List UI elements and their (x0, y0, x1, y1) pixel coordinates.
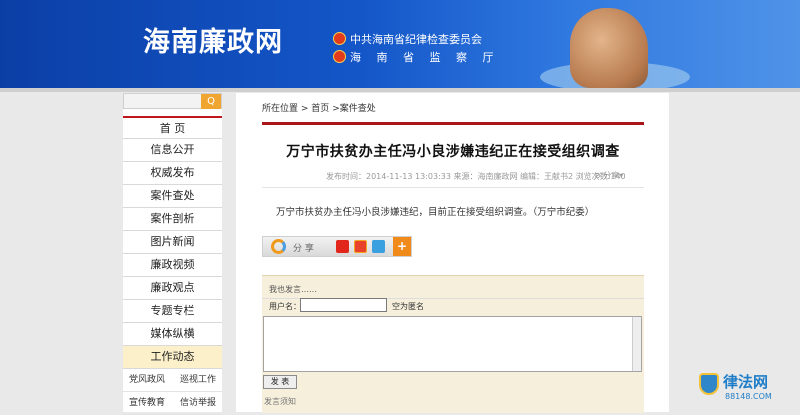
party-emblem-icon (333, 32, 346, 45)
title-divider (262, 122, 644, 125)
anonymous-hint: 空为匿名 (392, 302, 424, 311)
weibo-icon[interactable] (354, 240, 367, 253)
chevron-down-icon: ▾ (619, 171, 624, 180)
article-meta: 发布时间：2014-11-13 13:03:33 来源：海南廉政网 编辑：王献书… (326, 172, 626, 181)
sidebar-item-official-release[interactable]: 权威发布 (123, 162, 222, 185)
comment-title: 我也发言…… (269, 285, 317, 294)
sidebar-subrow: 党风政风 巡视工作 (123, 369, 222, 392)
main-content: 所在位置 > 首页 >案件查处 万宁市扶贫办主任冯小良涉嫌违纪正在接受组织调查 … (236, 93, 669, 413)
sidebar-item-case-investigation[interactable]: 案件查处 (123, 185, 222, 208)
header-banner: 海南廉政网 中共海南省纪律检查委员会 海 南 省 监 察 厅 (0, 0, 800, 88)
sub-link-inspection[interactable]: 巡视工作 (180, 369, 216, 391)
org-name-1: 中共海南省纪律检查委员会 (333, 31, 482, 47)
breadcrumb-home-link[interactable]: 首页 (311, 104, 329, 114)
share-bar: 分 享 + (262, 236, 412, 257)
watermark-text: 律法网 (723, 373, 769, 391)
share-icon: ⊙ (594, 171, 604, 180)
comment-textarea[interactable] (263, 316, 642, 372)
sub-link-education[interactable]: 宣传教育 (129, 392, 165, 414)
watermark-url: 88148.COM (725, 392, 772, 401)
sidebar-item-case-analysis[interactable]: 案件剖析 (123, 208, 222, 231)
banner-rock-image (570, 8, 648, 88)
meta-share-button[interactable]: ⊙ 分享▾ (594, 170, 623, 181)
sidebar-nav: 首 页 信息公开 权威发布 案件查处 案件剖析 图片新闻 廉政视频 廉政观点 专… (123, 116, 222, 415)
shield-logo-icon (699, 373, 719, 395)
article-body: 万宁市扶贫办主任冯小良涉嫌违纪，目前正在接受组织调查。（万宁市纪委） (276, 207, 595, 218)
comment-rules-link[interactable]: 发言须知 (264, 396, 296, 407)
search-button[interactable]: Q (201, 94, 221, 109)
username-input[interactable] (300, 298, 387, 312)
share-more-button[interactable]: + (393, 237, 411, 256)
textarea-scrollbar[interactable] (632, 317, 641, 371)
watermark: 律法网 88148.COM (697, 370, 800, 412)
meta-divider (262, 187, 644, 188)
sidebar-item-video[interactable]: 廉政视频 (123, 254, 222, 277)
sidebar-item-work-dynamics[interactable]: 工作动态 (123, 346, 222, 369)
national-emblem-icon (333, 50, 346, 63)
sidebar-item-special-topics[interactable]: 专题专栏 (123, 300, 222, 323)
sidebar-item-photo-news[interactable]: 图片新闻 (123, 231, 222, 254)
submit-comment-button[interactable]: 发 表 (263, 375, 297, 389)
search-box[interactable]: Q (123, 93, 222, 109)
breadcrumb: 所在位置 > 首页 >案件查处 (262, 104, 376, 114)
comment-section: 我也发言…… 用户名： 空为匿名 发 表 发言须知 (262, 275, 644, 413)
sidebar-item-home[interactable]: 首 页 (123, 116, 222, 139)
breadcrumb-separator: > (300, 104, 312, 114)
share-label: 分 享 (293, 244, 314, 254)
sidebar: Q 首 页 信息公开 权威发布 案件查处 案件剖析 图片新闻 廉政视频 廉政观点… (123, 93, 222, 415)
header-divider (0, 88, 800, 92)
username-label: 用户名： (269, 302, 301, 311)
renren-icon[interactable] (336, 240, 349, 253)
share-logo-icon (271, 239, 286, 254)
sidebar-item-media[interactable]: 媒体纵横 (123, 323, 222, 346)
sidebar-item-viewpoints[interactable]: 廉政观点 (123, 277, 222, 300)
article-title: 万宁市扶贫办主任冯小良涉嫌违纪正在接受组织调查 (286, 144, 620, 160)
org-name-2: 海 南 省 监 察 厅 (333, 49, 499, 65)
sub-link-party-style[interactable]: 党风政风 (129, 369, 165, 391)
breadcrumb-current[interactable]: >案件查处 (332, 104, 376, 114)
site-title: 海南廉政网 (143, 27, 283, 58)
qzone-icon[interactable] (372, 240, 385, 253)
sub-link-petition[interactable]: 信访举报 (180, 392, 216, 414)
sidebar-item-info-public[interactable]: 信息公开 (123, 139, 222, 162)
search-icon: Q (207, 96, 215, 107)
